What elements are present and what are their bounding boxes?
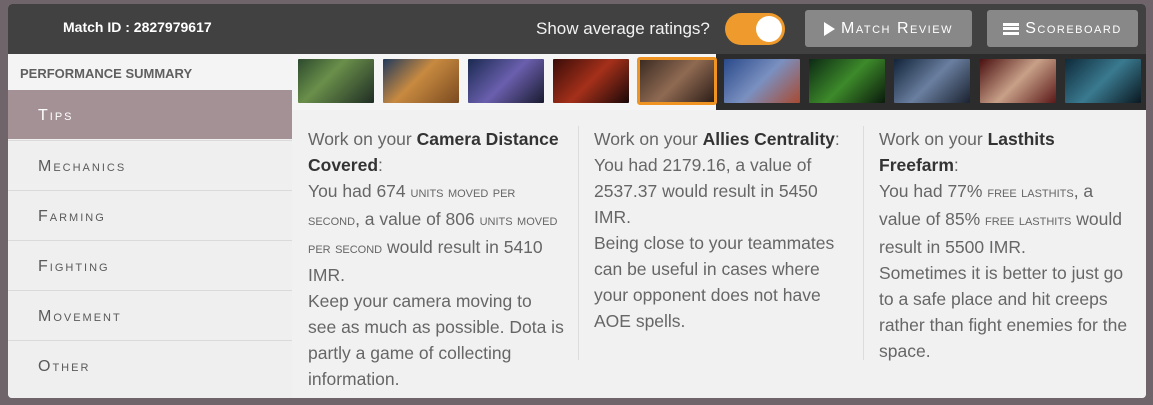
tip-lasthits-freefarm: Work on your Lasthits Freefarm: You had … (879, 126, 1135, 364)
sidebar-item-farming[interactable]: Farming (8, 190, 292, 239)
match-id: Match ID : 2827979617 (63, 19, 212, 35)
sidebar-item-other[interactable]: Other (8, 340, 292, 389)
sidebar-item-mechanics[interactable]: Mechanics (8, 140, 292, 189)
app-frame: Match ID : 2827979617 Show average ratin… (8, 4, 1146, 398)
tip-colon: : (834, 129, 840, 149)
sidebar-item-tips[interactable]: Tips (8, 90, 292, 139)
keeper-of-the-light-portrait[interactable] (383, 59, 459, 103)
tip-unit: free lasthits (985, 212, 1072, 229)
phantom-assassin-portrait[interactable] (1065, 59, 1141, 103)
match-review-button[interactable]: Match Review (805, 10, 972, 47)
tip-allies-centrality: Work on your Allies Centrality: You had … (594, 126, 850, 334)
play-icon (824, 21, 836, 36)
invoker-portrait[interactable] (980, 59, 1056, 103)
tip-value: You had 674 (308, 181, 411, 201)
list-icon (1003, 22, 1020, 35)
sidebar: PERFORMANCE SUMMARY Tips Mechanics Farmi… (8, 54, 292, 398)
toggle-knob (756, 16, 782, 42)
vengeful-spirit-portrait[interactable] (468, 59, 544, 103)
tips-panel: Work on your Camera Distance Covered: Yo… (292, 110, 1146, 398)
tip-colon: : (953, 155, 959, 175)
hero-portrait-strip (292, 54, 1146, 111)
column-divider (578, 126, 579, 360)
tip-target: , a value of 806 (355, 209, 480, 229)
scoreboard-button[interactable]: Scoreboard (987, 10, 1138, 47)
anti-mage-portrait[interactable] (637, 57, 717, 105)
sidebar-item-movement[interactable]: Movement (8, 290, 292, 339)
tip-value: You had 2179.16, a value of 2537.37 woul… (594, 155, 818, 227)
top-bar: Match ID : 2827979617 Show average ratin… (8, 4, 1146, 54)
tidehunter-portrait[interactable] (298, 59, 374, 103)
tip-intro: Work on your (879, 129, 988, 149)
slark-portrait[interactable] (894, 59, 970, 103)
sidebar-item-fighting[interactable]: Fighting (8, 240, 292, 289)
tip-advice: Being close to your teammates can be use… (594, 233, 835, 331)
rubick-portrait[interactable] (809, 59, 885, 103)
tip-unit: free lasthits (987, 184, 1074, 201)
ogre-magi-portrait[interactable] (724, 59, 800, 103)
tip-advice: Keep your camera moving to see as much a… (308, 291, 564, 389)
tip-colon: : (378, 155, 383, 175)
average-ratings-toggle[interactable] (725, 13, 785, 45)
tip-advice: Sometimes it is better to just go to a s… (879, 263, 1128, 361)
tip-value: You had 77% (879, 181, 988, 201)
match-review-label: Match Review (841, 19, 953, 37)
tip-metric: Allies Centrality (702, 129, 835, 149)
tip-camera-distance: Work on your Camera Distance Covered: Yo… (308, 126, 564, 392)
shadow-fiend-portrait[interactable] (553, 59, 629, 103)
scoreboard-label: Scoreboard (1025, 19, 1122, 37)
tip-intro: Work on your (594, 129, 703, 149)
column-divider (863, 126, 864, 360)
tip-intro: Work on your (308, 129, 417, 149)
toggle-label: Show average ratings? (536, 19, 710, 38)
sidebar-title: PERFORMANCE SUMMARY (8, 54, 292, 90)
